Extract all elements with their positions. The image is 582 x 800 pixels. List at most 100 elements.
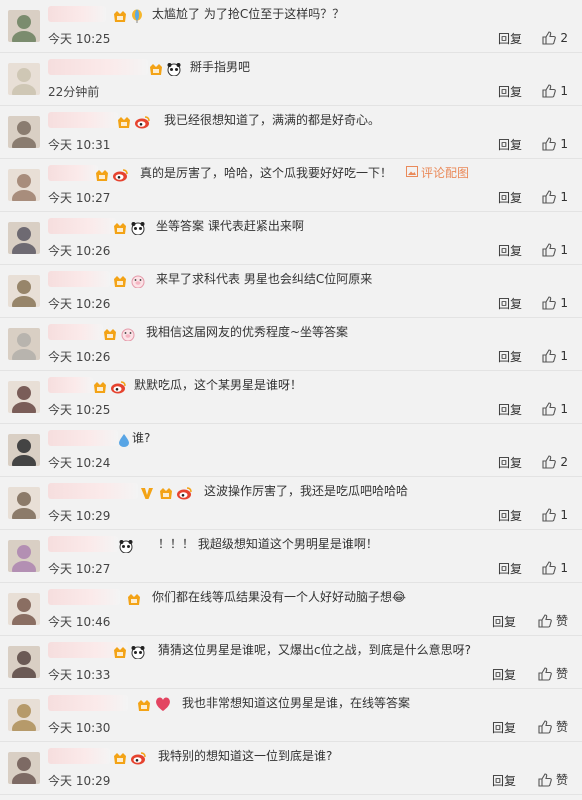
avatar[interactable] xyxy=(8,752,40,784)
image-icon xyxy=(406,165,418,181)
reply-button[interactable]: 回复 xyxy=(492,720,516,736)
like-button[interactable]: 赞 xyxy=(538,613,568,629)
username-blurred[interactable] xyxy=(48,324,103,340)
avatar[interactable] xyxy=(8,116,40,148)
like-button[interactable]: 2 xyxy=(542,30,568,46)
username-blurred[interactable] xyxy=(48,377,93,393)
panda-badge-icon xyxy=(130,644,146,660)
thumbs-up-icon xyxy=(542,137,557,151)
comment-item: 我已经很想知道了，满满的都是好奇心。 今天 10:31 回复 1 xyxy=(0,106,582,159)
username-blurred[interactable] xyxy=(48,112,118,128)
comment-text: 来早了求科代表 男星也会纠结C位阿原来 xyxy=(156,272,373,286)
vip-badge-icon xyxy=(158,485,174,499)
reply-button[interactable]: 回复 xyxy=(492,773,516,789)
username-blurred[interactable] xyxy=(48,218,116,234)
like-button[interactable]: 赞 xyxy=(538,772,568,788)
reply-button[interactable]: 回复 xyxy=(498,137,522,153)
comment-text: 这波操作厉害了，我还是吃瓜吧哈哈哈 xyxy=(204,484,409,498)
avatar[interactable] xyxy=(8,487,40,519)
comment-text: 坐等答案 课代表赶紧出来啊 xyxy=(156,219,304,233)
vip-badge-icon xyxy=(112,750,128,764)
comment-text: 你们都在线等瓜结果没有一个人好好动脑子想😂 xyxy=(152,590,407,604)
comment-text: 太尴尬了 为了抢C位至于这样吗？？ xyxy=(152,7,345,21)
avatar[interactable] xyxy=(8,169,40,201)
comment-time: 今天 10:27 xyxy=(48,191,111,205)
reply-button[interactable]: 回复 xyxy=(492,667,516,683)
like-button[interactable]: 赞 xyxy=(538,666,568,682)
username-blurred[interactable] xyxy=(48,536,118,552)
thumbs-up-icon xyxy=(542,561,557,575)
avatar[interactable] xyxy=(8,540,40,572)
like-count: 赞 xyxy=(555,773,568,787)
like-button[interactable]: 1 xyxy=(542,560,568,576)
comment-item: 我相信这届网友的优秀程度~坐等答案 今天 10:26 回复 1 xyxy=(0,318,582,371)
like-button[interactable]: 1 xyxy=(542,83,568,99)
username-blurred[interactable] xyxy=(48,748,110,764)
username-blurred[interactable] xyxy=(48,6,106,22)
username-blurred[interactable] xyxy=(48,271,110,287)
like-button[interactable]: 赞 xyxy=(538,719,568,735)
avatar[interactable] xyxy=(8,275,40,307)
user-badges xyxy=(112,271,148,289)
reply-button[interactable]: 回复 xyxy=(498,455,522,471)
username-blurred[interactable] xyxy=(48,695,128,711)
username-blurred[interactable] xyxy=(48,483,138,499)
reply-button[interactable]: 回复 xyxy=(492,614,516,630)
reply-button[interactable]: 回复 xyxy=(498,243,522,259)
comment-time: 今天 10:25 xyxy=(48,403,111,417)
like-button[interactable]: 1 xyxy=(542,401,568,417)
reply-button[interactable]: 回复 xyxy=(498,561,522,577)
reply-button[interactable]: 回复 xyxy=(498,402,522,418)
avatar[interactable] xyxy=(8,646,40,678)
like-button[interactable]: 1 xyxy=(542,507,568,523)
panda-badge-icon xyxy=(166,61,182,77)
avatar[interactable] xyxy=(8,10,40,42)
like-button[interactable]: 1 xyxy=(542,348,568,364)
avatar[interactable] xyxy=(8,222,40,254)
avatar[interactable] xyxy=(8,593,40,625)
vip-badge-icon xyxy=(116,114,132,128)
like-button[interactable]: 1 xyxy=(542,189,568,205)
like-count: 1 xyxy=(560,508,568,522)
pig-badge-icon xyxy=(120,326,136,342)
username-blurred[interactable] xyxy=(48,589,120,605)
like-count: 1 xyxy=(560,137,568,151)
comment-time: 今天 10:27 xyxy=(48,562,111,576)
like-button[interactable]: 1 xyxy=(542,242,568,258)
like-button[interactable]: 1 xyxy=(542,136,568,152)
like-button[interactable]: 2 xyxy=(542,454,568,470)
thumbs-up-icon xyxy=(542,402,557,416)
balloon-badge-icon xyxy=(130,8,146,23)
username-blurred[interactable] xyxy=(48,430,118,446)
comment-text: 我特别的想知道这一位到底是谁? xyxy=(158,749,333,763)
comment-item: ！！！ 我超级想知道这个男明星是谁啊！ 今天 10:27 回复 1 xyxy=(0,530,582,583)
reply-button[interactable]: 回复 xyxy=(498,84,522,100)
avatar[interactable] xyxy=(8,699,40,731)
thumbs-up-icon xyxy=(538,667,552,681)
like-count: 2 xyxy=(560,31,568,45)
comment-text: 谁? xyxy=(132,431,151,445)
comment-item: 你们都在线等瓜结果没有一个人好好动脑子想😂 今天 10:46 回复 赞 xyxy=(0,583,582,636)
reply-button[interactable]: 回复 xyxy=(498,31,522,47)
weibo-badge-icon xyxy=(134,114,150,129)
vip-badge-icon xyxy=(102,326,118,340)
reply-button[interactable]: 回复 xyxy=(498,296,522,312)
like-count: 赞 xyxy=(555,614,568,628)
avatar[interactable] xyxy=(8,381,40,413)
avatar[interactable] xyxy=(8,434,40,466)
user-badges xyxy=(126,589,144,605)
username-blurred[interactable] xyxy=(48,165,98,181)
avatar[interactable] xyxy=(8,63,40,95)
username-blurred[interactable] xyxy=(48,59,148,75)
comment-text: 猜猜这位男星是谁呢，又爆出c位之战，到底是什么意思呀? xyxy=(158,643,471,657)
user-badges xyxy=(94,165,130,182)
reply-button[interactable]: 回复 xyxy=(498,349,522,365)
user-badges xyxy=(112,642,148,660)
comment-item: 太尴尬了 为了抢C位至于这样吗？？ 今天 10:25 回复 2 xyxy=(0,0,582,53)
reply-button[interactable]: 回复 xyxy=(498,508,522,524)
user-badges xyxy=(118,536,136,554)
like-button[interactable]: 1 xyxy=(542,295,568,311)
avatar[interactable] xyxy=(8,328,40,360)
reply-button[interactable]: 回复 xyxy=(498,190,522,206)
comment-image-link[interactable]: 评论配图 xyxy=(406,165,469,181)
